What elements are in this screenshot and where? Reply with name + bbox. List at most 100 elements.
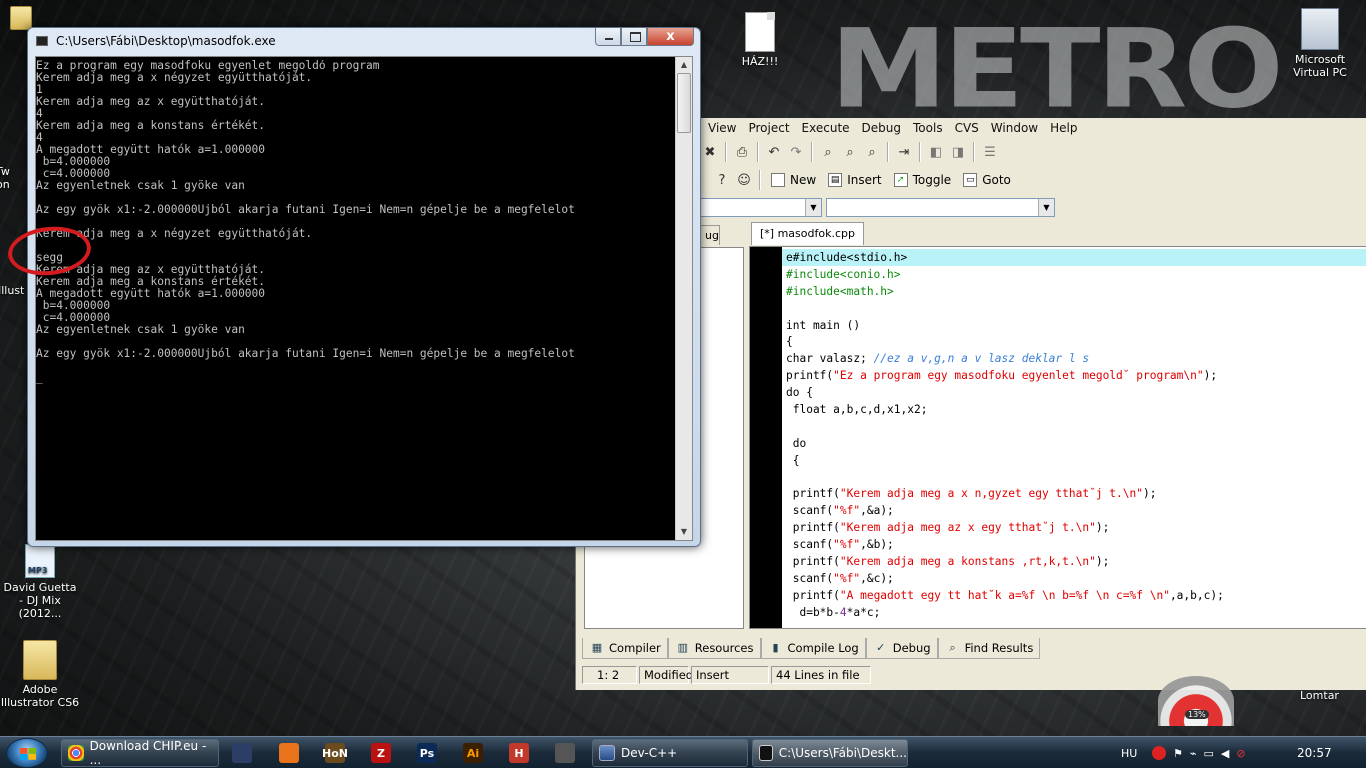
code-line: float a,b,c,d,x1,x2; bbox=[786, 401, 1366, 418]
taskbar-item-chrome[interactable]: Download CHIP.eu - ... bbox=[61, 739, 219, 767]
undo-icon[interactable]: ↶ bbox=[764, 142, 784, 162]
chevron-down-icon: ▼ bbox=[1038, 199, 1054, 216]
code-token: e#include<stdio.h> bbox=[786, 251, 908, 264]
save-icon[interactable] bbox=[232, 743, 252, 763]
desktop-icon-virtual-pc[interactable]: Microsoft Virtual PC bbox=[1280, 8, 1360, 79]
menu-project[interactable]: Project bbox=[742, 120, 795, 136]
find-icon[interactable]: ⌕ bbox=[818, 142, 838, 162]
scroll-thumb[interactable] bbox=[677, 73, 691, 133]
toolbar-separator bbox=[757, 142, 759, 162]
code-line: scanf("%f",&a); bbox=[786, 502, 1366, 519]
console-window: C:\Users\Fábi\Desktop\masodfok.exe x Ez … bbox=[27, 27, 701, 547]
tab-resources[interactable]: ▥ Resources bbox=[667, 638, 761, 659]
goto-button[interactable]: ▭ Goto bbox=[958, 170, 1016, 190]
goto-line-icon[interactable]: ⇥ bbox=[894, 142, 914, 162]
flag-icon[interactable]: ⚑ bbox=[1173, 747, 1183, 760]
folder-icon bbox=[10, 6, 32, 30]
tab-label: Find Results bbox=[964, 641, 1034, 655]
taskbar-item-devcpp[interactable]: Dev-C++ bbox=[592, 739, 748, 767]
toolbar-separator bbox=[811, 142, 813, 162]
media-icon[interactable] bbox=[555, 743, 575, 763]
desktop-icon-label: Illust bbox=[0, 284, 25, 297]
menu-cvs[interactable]: CVS bbox=[949, 120, 985, 136]
menu-debug[interactable]: Debug bbox=[856, 120, 907, 136]
clock[interactable]: 20:57 bbox=[1297, 737, 1332, 768]
scroll-up-icon[interactable]: ▲ bbox=[676, 57, 692, 73]
code-token: "%f" bbox=[833, 538, 861, 552]
redo-icon[interactable]: ↷ bbox=[786, 142, 806, 162]
scroll-down-icon[interactable]: ▼ bbox=[676, 524, 692, 540]
code-line: printf("Kerem adja meg a x n,gyzet egy t… bbox=[786, 485, 1366, 502]
replace-icon[interactable]: ⌕ bbox=[840, 142, 860, 162]
antivirus-icon[interactable] bbox=[1152, 746, 1166, 760]
desktop-icon-label: HÁZ!!! bbox=[741, 55, 779, 68]
tab-compiler[interactable]: ▦ Compiler bbox=[582, 638, 668, 659]
code-token: //ez a v,g,n a v lasz deklar l s bbox=[873, 352, 1090, 366]
insert-button[interactable]: ▤ Insert bbox=[823, 170, 886, 190]
menu-execute[interactable]: Execute bbox=[796, 120, 856, 136]
code-line: int main () bbox=[786, 317, 1366, 334]
code-token: d=b*b- bbox=[786, 605, 840, 619]
menu-view[interactable]: View bbox=[702, 120, 742, 136]
code-editor[interactable]: e#include<stdio.h> #include<conio.h> #incl… bbox=[749, 246, 1366, 629]
network-icon[interactable]: ▭ bbox=[1204, 747, 1214, 760]
desktop-icon-haz[interactable]: HÁZ!!! bbox=[720, 12, 800, 68]
volume-icon[interactable]: ◀ bbox=[1221, 747, 1229, 760]
class-combo[interactable]: ▼ bbox=[700, 198, 822, 217]
code-token: scanf( bbox=[786, 571, 834, 585]
menu-help[interactable]: Help bbox=[1044, 120, 1083, 136]
maximize-button[interactable] bbox=[621, 28, 647, 46]
close-file-icon[interactable]: ✖ bbox=[700, 142, 720, 162]
taskbar-item-console[interactable]: C:\Users\Fábi\Deskt... bbox=[752, 739, 908, 767]
member-combo[interactable]: ▼ bbox=[826, 198, 1055, 217]
desktop-icon-label: Tw bbox=[0, 165, 10, 178]
back-icon[interactable]: ◧ bbox=[926, 142, 946, 162]
language-indicator[interactable]: HU bbox=[1121, 737, 1137, 768]
console-icon bbox=[759, 745, 773, 761]
console-output-area[interactable]: Ez a program egy masodfoku egyenlet mego… bbox=[35, 56, 693, 541]
tab-debug[interactable]: ✓ Debug bbox=[865, 638, 938, 659]
code-token: printf( bbox=[786, 588, 840, 602]
taskbar-item-label: Download CHIP.eu - ... bbox=[89, 739, 207, 767]
forward-icon[interactable]: ◨ bbox=[948, 142, 968, 162]
tab-find-results[interactable]: ⌕ Find Results bbox=[937, 638, 1041, 659]
tab-compile-log[interactable]: ▮ Compile Log bbox=[760, 638, 866, 659]
menu-window[interactable]: Window bbox=[985, 120, 1044, 136]
power-icon[interactable]: ⌁ bbox=[1190, 747, 1197, 760]
filezilla-icon[interactable]: Z bbox=[371, 743, 391, 763]
photoshop-icon[interactable]: Ps bbox=[417, 743, 437, 763]
console-output: Ez a program egy masodfoku egyenlet mego… bbox=[36, 60, 575, 384]
print-icon[interactable]: ⎙ bbox=[732, 142, 752, 162]
chevron-down-icon: ▼ bbox=[805, 199, 821, 216]
close-button[interactable]: x bbox=[647, 28, 694, 46]
code-token: ,&c); bbox=[860, 571, 894, 585]
desktop-icon-mp3[interactable]: MP3 David Guetta - DJ Mix (2012... bbox=[0, 544, 80, 620]
about-icon[interactable]: ☺ bbox=[734, 170, 754, 190]
menu-tools[interactable]: Tools bbox=[907, 120, 949, 136]
code-line: do { bbox=[786, 384, 1366, 401]
code-line: printf("A megadott egy tt hat˘k a=%f \n … bbox=[786, 587, 1366, 604]
new-button[interactable]: New bbox=[766, 170, 821, 190]
status-modified: Modified bbox=[639, 666, 693, 684]
toggle-label: Toggle bbox=[912, 173, 952, 187]
mute-icon[interactable]: ⊘ bbox=[1236, 747, 1245, 760]
toggle-button[interactable]: ➚ Toggle bbox=[889, 170, 957, 190]
tab-masodfok-cpp[interactable]: [*] masodfok.cpp bbox=[751, 222, 864, 245]
minimize-button[interactable] bbox=[595, 28, 621, 46]
desktop-icon-partial-tw[interactable]: Tw on bbox=[0, 165, 26, 191]
hon-icon[interactable]: HoN bbox=[322, 743, 348, 763]
check-icon: ✓ bbox=[876, 641, 886, 654]
find-next-icon[interactable]: ⌕ bbox=[862, 142, 882, 162]
desktop-icon-partial-illust[interactable]: Illust bbox=[0, 284, 28, 297]
list-icon[interactable]: ☰ bbox=[980, 142, 1000, 162]
help-icon[interactable]: ? bbox=[712, 170, 732, 190]
console-scrollbar[interactable]: ▲ ▼ bbox=[675, 57, 692, 540]
desktop-icon-illustrator[interactable]: Adobe Illustrator CS6 bbox=[0, 640, 80, 709]
start-button[interactable] bbox=[6, 738, 48, 768]
illustrator-icon[interactable]: Ai bbox=[463, 743, 483, 763]
tab-label: Compiler bbox=[609, 641, 661, 655]
firefox-icon[interactable] bbox=[279, 743, 299, 763]
code-token: char valasz; bbox=[786, 352, 874, 366]
h-app-icon[interactable]: H bbox=[509, 743, 529, 763]
recycle-bin-icon[interactable]: 13% bbox=[1158, 676, 1234, 726]
